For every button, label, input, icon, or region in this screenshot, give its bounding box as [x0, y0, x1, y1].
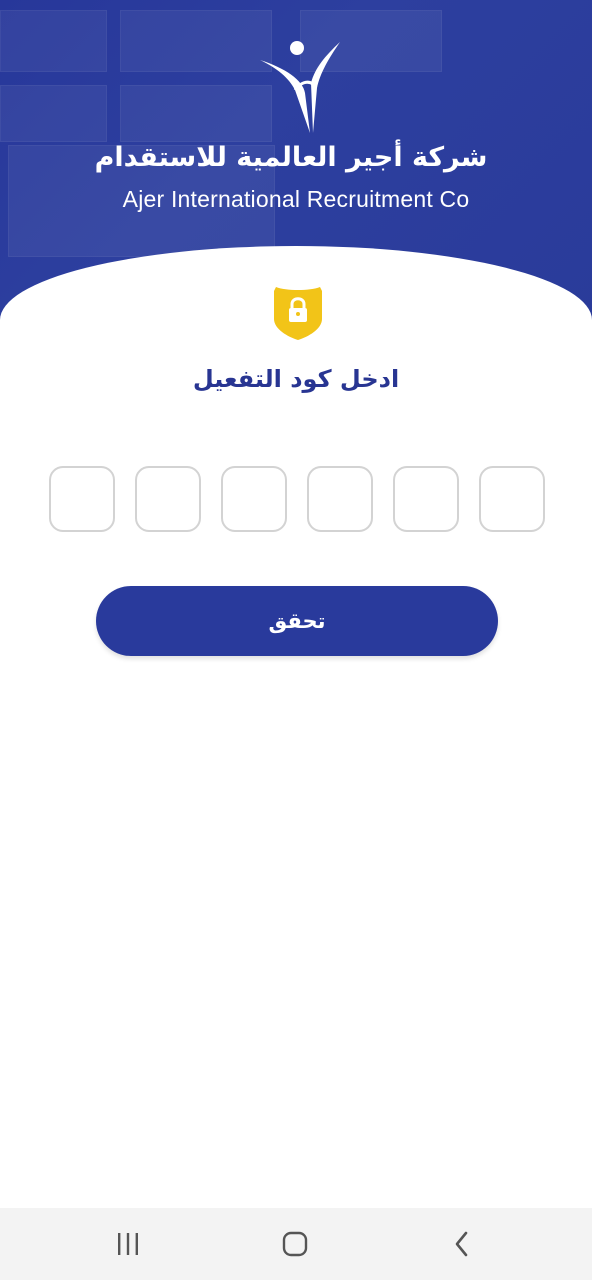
system-navigation-bar [0, 1208, 592, 1280]
background-decoration [0, 85, 107, 142]
home-icon[interactable] [273, 1226, 317, 1262]
background-decoration [120, 85, 272, 142]
code-digit-input-3[interactable] [307, 466, 373, 532]
background-decoration [0, 10, 107, 72]
company-name-arabic: شركة أجير العالمية للاستقدام [94, 142, 488, 173]
activation-screen: شركة أجير العالمية للاستقدام Ajer Intern… [0, 0, 592, 1280]
activation-code-title: ادخل كود التفعيل [192, 365, 400, 393]
lock-shield-icon [272, 283, 324, 341]
background-decoration [120, 10, 272, 72]
code-digit-input-2[interactable] [393, 466, 459, 532]
verify-button[interactable]: تحقق [96, 586, 498, 656]
activation-code-input-group [49, 466, 546, 532]
code-digit-input-4[interactable] [221, 466, 287, 532]
back-icon[interactable] [440, 1226, 484, 1262]
code-digit-input-5[interactable] [135, 466, 201, 532]
recent-apps-icon[interactable] [106, 1226, 150, 1262]
company-name-english: Ajer International Recruitment Co [122, 186, 470, 212]
ajer-logo-icon [255, 38, 345, 138]
code-digit-input-1[interactable] [479, 466, 545, 532]
code-digit-input-6[interactable] [49, 466, 115, 532]
